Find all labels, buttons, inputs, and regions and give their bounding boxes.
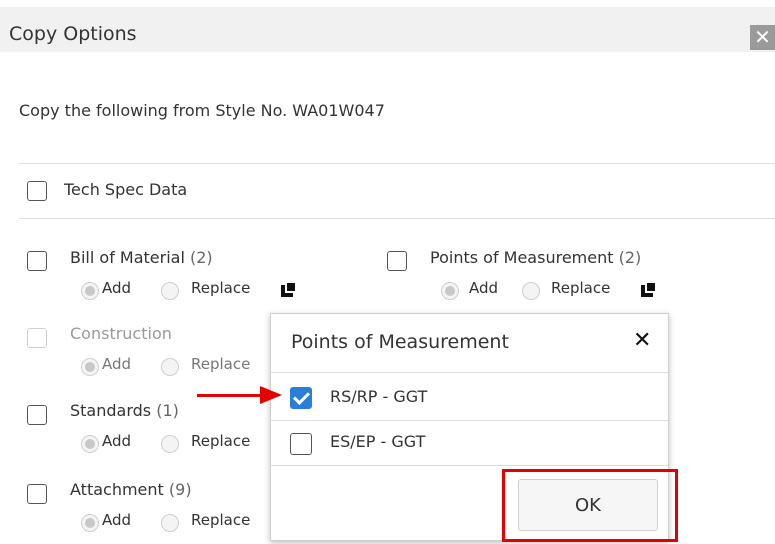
- standards-add-radio[interactable]: [81, 435, 99, 453]
- pom-label-text: Points of Measurement: [430, 248, 614, 267]
- bom-replace-label: Replace: [191, 279, 251, 297]
- copy-icon[interactable]: [641, 281, 657, 297]
- popup-item-label-rs-rp: RS/RP - GGT: [330, 387, 428, 406]
- bom-add-radio[interactable]: [81, 282, 99, 300]
- pom-count: (2): [618, 248, 642, 267]
- divider: [19, 218, 775, 219]
- pom-checkbox[interactable]: [387, 251, 407, 271]
- standards-checkbox[interactable]: [27, 405, 47, 425]
- bom-label: Bill of Material (2): [70, 248, 213, 267]
- attachment-label: Attachment (9): [70, 480, 192, 499]
- arrow-line: [197, 394, 263, 397]
- popup-item-checkbox-rs-rp[interactable]: [290, 387, 312, 409]
- popup-item-label-es-ep: ES/EP - GGT: [330, 432, 426, 451]
- attachment-add-label: Add: [102, 511, 132, 529]
- divider: [19, 163, 775, 164]
- standards-count: (1): [156, 401, 179, 420]
- attachment-add-radio[interactable]: [81, 514, 99, 532]
- arrow-head-icon: [260, 386, 282, 404]
- attachment-count: (9): [168, 480, 192, 499]
- construction-add-label: Add: [102, 355, 132, 373]
- standards-label: Standards (1): [70, 401, 179, 420]
- ok-highlight-box: [502, 469, 678, 542]
- pom-replace-radio[interactable]: [522, 282, 540, 300]
- popup-item-checkbox-es-ep[interactable]: [290, 433, 312, 455]
- standards-replace-label: Replace: [191, 432, 251, 450]
- bom-count: (2): [190, 248, 213, 267]
- construction-checkbox: [27, 328, 47, 348]
- pom-replace-label: Replace: [551, 279, 611, 297]
- intro-text: Copy the following from Style No. WA01W0…: [19, 101, 385, 120]
- bom-add-label: Add: [102, 279, 132, 297]
- popup-title: Points of Measurement: [291, 331, 509, 353]
- attachment-label-text: Attachment: [70, 480, 164, 499]
- dialog-titlebar: Copy Options ✕: [0, 7, 775, 52]
- standards-replace-radio[interactable]: [161, 435, 179, 453]
- pom-add-radio[interactable]: [441, 282, 459, 300]
- bom-label-text: Bill of Material: [70, 248, 185, 267]
- attachment-checkbox[interactable]: [27, 484, 47, 504]
- tech-spec-label: Tech Spec Data: [64, 180, 188, 199]
- construction-label: Construction: [70, 324, 172, 343]
- construction-add-radio: [81, 358, 99, 376]
- bom-replace-radio[interactable]: [161, 282, 179, 300]
- construction-replace-radio: [161, 358, 179, 376]
- copy-icon[interactable]: [281, 281, 297, 297]
- divider: [271, 372, 668, 373]
- divider: [271, 465, 668, 466]
- tech-spec-checkbox[interactable]: [27, 181, 47, 201]
- close-icon[interactable]: ✕: [750, 25, 775, 50]
- attachment-replace-label: Replace: [191, 511, 251, 529]
- pom-add-label: Add: [469, 279, 499, 297]
- divider: [271, 420, 668, 421]
- attachment-replace-radio[interactable]: [161, 514, 179, 532]
- close-icon[interactable]: ✕: [633, 328, 651, 353]
- bom-checkbox[interactable]: [27, 251, 47, 271]
- dialog-title: Copy Options: [9, 23, 137, 45]
- standards-add-label: Add: [102, 432, 132, 450]
- pom-label: Points of Measurement (2): [430, 248, 641, 267]
- construction-replace-label: Replace: [191, 355, 251, 373]
- standards-label-text: Standards: [70, 401, 152, 420]
